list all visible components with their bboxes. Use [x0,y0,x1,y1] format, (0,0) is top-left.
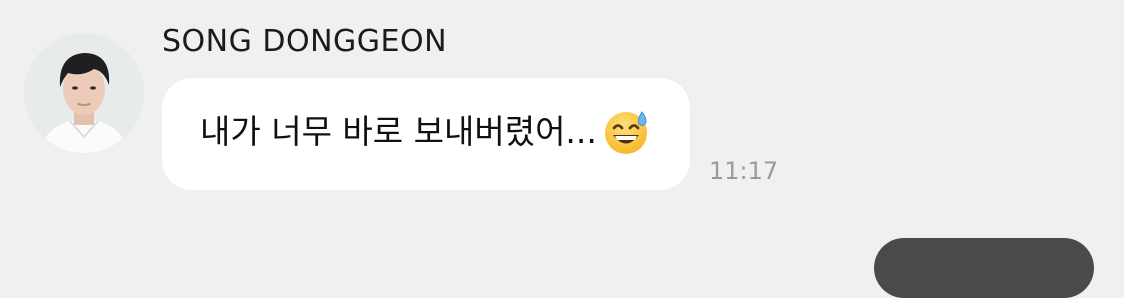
sender-name: SONG DONGGEON [162,24,448,59]
profile-photo-icon [24,33,144,153]
incoming-message: SONG DONGGEON 내가 너무 바로 보내버렸어... 11:17 [0,0,1124,210]
grinning-face-with-sweat-icon [605,111,647,154]
outgoing-message-bubble[interactable] [874,238,1094,298]
message-bubble[interactable]: 내가 너무 바로 보내버렸어... [162,78,690,190]
avatar[interactable] [24,33,144,153]
chat-area: SONG DONGGEON 내가 너무 바로 보내버렸어... 11:17 [0,0,1124,298]
message-text: 내가 너무 바로 보내버렸어... [200,112,597,151]
message-time: 11:17 [709,157,779,185]
